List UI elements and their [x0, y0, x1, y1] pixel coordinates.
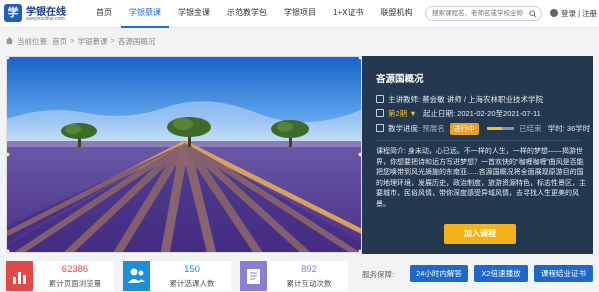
- nav-item-projects[interactable]: 学银项目: [276, 0, 324, 28]
- nav-item-alliance[interactable]: 联盟机构: [372, 0, 420, 28]
- date-label: 起止日期:: [422, 109, 456, 118]
- nav-item-mooc[interactable]: 学银慕课: [121, 0, 169, 28]
- term-select[interactable]: 第2期 ▼: [388, 109, 417, 118]
- progress-bar: [486, 127, 514, 130]
- join-course-button[interactable]: 加入课程: [444, 224, 516, 244]
- date-range: 2021-02-20至2021-07-11: [457, 109, 541, 118]
- breadcrumb-prefix: 当前位置:: [17, 37, 50, 46]
- site-logo[interactable]: 学 学银在线 xueyinonline.com: [4, 3, 66, 25]
- chart-icon: [6, 261, 33, 291]
- stat-value: 150: [184, 264, 200, 275]
- hours-label: 学时:: [547, 124, 565, 133]
- users-icon: [123, 261, 150, 291]
- user-icon: [550, 9, 558, 17]
- top-nav-bar: 学 学银在线 xueyinonline.com 首页 学银慕课 学银金课 示范教…: [0, 0, 599, 28]
- term-select-label: 第2期: [388, 109, 408, 118]
- teacher-name: 蔡会敏 讲师 / 上海农林职业技术学院: [422, 95, 544, 104]
- progress-end: 已结束: [518, 124, 542, 133]
- stat-value: 892: [301, 264, 317, 275]
- login-area: 登录 | 注册: [550, 8, 597, 19]
- home-icon: [5, 36, 14, 45]
- search-icon[interactable]: [529, 10, 537, 18]
- book-icon: [240, 261, 267, 291]
- progress-bar-fill: [486, 127, 502, 130]
- lavender-field-image: [7, 57, 361, 252]
- service-certificate[interactable]: 课程结业证书: [534, 265, 593, 282]
- stat-label: 累计互动次数: [286, 279, 332, 288]
- login-separator: |: [578, 9, 581, 18]
- search-box: [425, 6, 542, 21]
- teacher-label: 主讲教师:: [388, 95, 421, 104]
- search-input[interactable]: [432, 8, 528, 19]
- progress-row: 教学进度: 预展名 进行中 已结束 学时: 36学时: [376, 123, 590, 135]
- breadcrumb-current: 吝源国概况: [117, 37, 156, 46]
- calendar-icon: [376, 109, 384, 117]
- stat-label: 累计选课人数: [169, 279, 215, 288]
- chevron-down-icon: ▼: [409, 109, 417, 118]
- breadcrumb-separator: >: [70, 36, 75, 45]
- breadcrumb-mooc[interactable]: 学银慕课: [77, 36, 107, 47]
- main-nav: 首页 学银慕课 学银金课 示范教学包 学银项目 1+X证书 联盟机构: [88, 0, 421, 28]
- stat-value: 62386: [61, 264, 89, 275]
- logo-url: xueyinonline.com: [26, 16, 65, 22]
- hours-value: 36学时: [566, 124, 591, 133]
- nav-item-gold-courses[interactable]: 学银金课: [170, 0, 218, 28]
- status-badge: 进行中: [449, 123, 479, 135]
- stat-label: 累计页面浏览量: [48, 279, 102, 288]
- register-link[interactable]: 注册: [582, 9, 597, 18]
- service-2x-speed[interactable]: X2倍速播放: [474, 265, 528, 282]
- teacher-icon: [376, 95, 384, 103]
- breadcrumb-separator: >: [110, 36, 115, 45]
- breadcrumb-home[interactable]: 首页: [52, 36, 67, 47]
- course-intro: 课程简介: 身未动，心已远。不一样的人生，一样的梦想——揭游世界，你想要把诗和远…: [376, 148, 586, 208]
- term-row: 第2期 ▼ 起止日期: 2021-02-20至2021-07-11: [376, 108, 541, 119]
- services-label: 服务保障:: [362, 270, 395, 279]
- stat-interactions: 892 累计互动次数: [240, 261, 348, 291]
- login-link[interactable]: 登录: [561, 9, 576, 18]
- stat-enrollments: 150 累计选课人数: [123, 261, 231, 291]
- stat-page-views: 62386 累计页面浏览量: [6, 261, 114, 291]
- progress-start: 预展名: [422, 124, 445, 133]
- divider: [376, 140, 580, 141]
- teacher-row: 主讲教师: 蔡会敏 讲师 / 上海农林职业技术学院: [376, 94, 543, 105]
- resize-handle-bottom-left[interactable]: [7, 249, 10, 252]
- nav-item-teaching-packages[interactable]: 示范教学包: [219, 0, 275, 28]
- logo-mark-icon: 学: [4, 4, 22, 22]
- service-24h-answer[interactable]: 24小时内解答: [410, 265, 468, 282]
- course-title: 吝源国概况: [376, 74, 424, 85]
- nav-item-home[interactable]: 首页: [88, 0, 120, 28]
- course-info-panel: 吝源国概况 主讲教师: 蔡会敏 讲师 / 上海农林职业技术学院 第2期 ▼ 起止…: [362, 56, 593, 254]
- progress-icon: [376, 124, 384, 132]
- course-cover-image: [6, 56, 362, 253]
- progress-label: 教学进度:: [388, 124, 421, 133]
- nav-item-1x-certificate[interactable]: 1+X证书: [325, 0, 371, 28]
